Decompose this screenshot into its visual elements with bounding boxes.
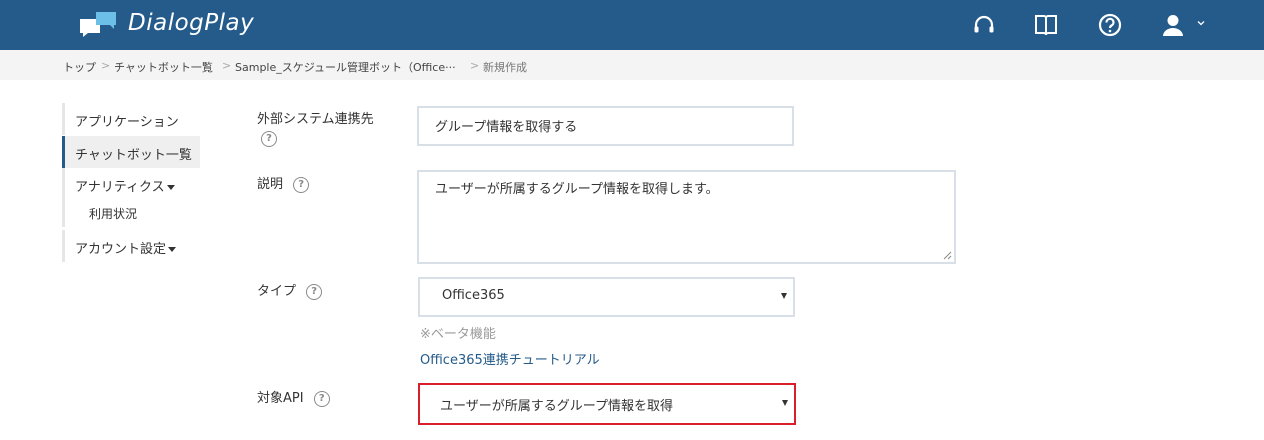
external-system-input[interactable]: グループ情報を取得する <box>417 106 794 146</box>
type-select[interactable]: Office365 <box>418 277 795 317</box>
target-api-select[interactable]: ユーザーが所属するグループ情報を取得 <box>418 383 796 425</box>
help-circle-icon[interactable]: ? <box>293 176 310 193</box>
dropdown-caret-icon <box>168 247 177 252</box>
breadcrumb-item-sample-bot[interactable]: Sample_スケジュール管理ボット（Office··· <box>235 59 456 75</box>
target-api-label: 対象API ? <box>257 387 330 407</box>
breadcrumb-separator: > <box>101 59 111 72</box>
chat-bubbles-logo-icon <box>80 12 116 37</box>
breadcrumb: トップ > チャットボット一覧 > Sample_スケジュール管理ボット（Off… <box>0 50 1264 80</box>
breadcrumb-item-chatbot-list[interactable]: チャットボット一覧 <box>114 59 213 75</box>
select-arrow-icon <box>781 293 787 299</box>
dropdown-caret-icon <box>166 185 175 190</box>
help-circle-icon[interactable]: ? <box>261 131 277 147</box>
resize-handle-icon[interactable] <box>943 251 952 260</box>
type-label: タイプ ? <box>257 280 323 300</box>
breadcrumb-item-top[interactable]: トップ <box>63 59 96 75</box>
help-circle-icon[interactable]: ? <box>313 390 330 407</box>
breadcrumb-item-current: 新規作成 <box>483 61 527 74</box>
description-textarea[interactable]: ユーザーが所属するグループ情報を取得します。 <box>417 170 956 264</box>
sidebar-item-account-settings[interactable]: アカウント設定 <box>62 230 200 262</box>
breadcrumb-separator: > <box>222 59 232 72</box>
chevron-down-icon[interactable] <box>1197 19 1205 27</box>
help-icon[interactable] <box>1097 12 1123 38</box>
sidebar-item-usage[interactable]: 利用状況 <box>62 199 200 227</box>
sidebar-item-chatbot-list[interactable]: チャットボット一覧 <box>62 136 200 168</box>
user-icon[interactable] <box>1160 12 1186 38</box>
description-label: 説明 ? <box>257 173 310 193</box>
sidebar-item-applications[interactable]: アプリケーション <box>62 103 200 135</box>
sidebar-item-analytics[interactable]: アナリティクス <box>62 168 200 200</box>
external-system-label: 外部システム連携先 <box>257 112 374 127</box>
office365-tutorial-link[interactable]: Office365連携チュートリアル <box>420 349 600 368</box>
beta-note: ※ベータ機能 <box>420 327 496 342</box>
top-navbar: DialogPlay <box>0 0 1264 50</box>
app-name[interactable]: DialogPlay <box>128 10 254 36</box>
book-icon[interactable] <box>1033 12 1059 38</box>
headset-icon[interactable] <box>971 12 997 38</box>
help-circle-icon[interactable]: ? <box>306 283 323 300</box>
breadcrumb-separator: > <box>470 59 480 72</box>
select-arrow-icon <box>782 400 788 406</box>
